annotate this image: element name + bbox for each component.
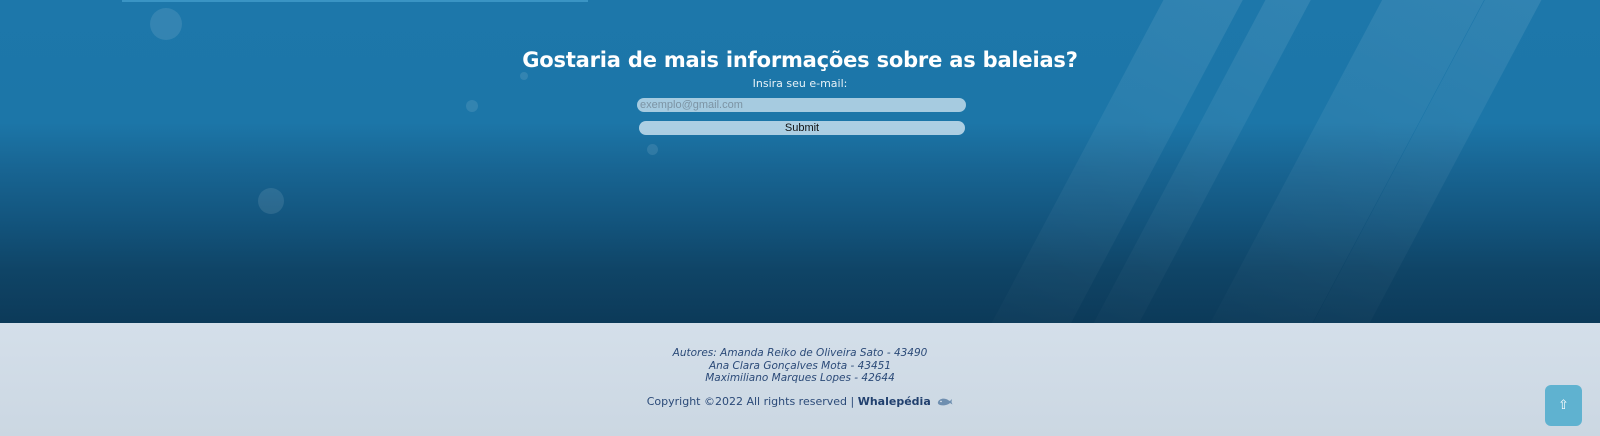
newsletter-section: Gostaria de mais informações sobre as ba… [0,0,1600,323]
brand-name: Whalepédia [857,395,931,408]
bubble [150,8,182,40]
submit-button[interactable]: Submit [639,121,965,135]
footer: Autores: Amanda Reiko de Oliveira Sato -… [0,323,1600,436]
whale-icon [937,396,953,410]
arrow-up-icon: ⇧ [1558,398,1569,413]
author-line: Ana Clara Gonçalves Mota - 43451 [708,359,892,372]
copyright-line: Copyright ©2022 All rights reserved | Wh… [0,395,1600,410]
back-to-top-button[interactable]: ⇧ [1545,385,1582,426]
author-line: Autores: Amanda Reiko de Oliveira Sato -… [672,347,928,359]
copyright-text: Copyright ©2022 All rights reserved | [646,395,855,408]
email-field[interactable] [637,98,966,112]
bubble [466,100,478,112]
bubble [647,144,658,155]
author-line: Maximiliano Marques Lopes - 42644 [705,372,895,384]
bubble [258,188,284,214]
authors-list: Autores: Amanda Reiko de Oliveira Sato -… [0,347,1600,385]
email-label: Insira seu e-mail: [752,77,848,90]
top-progress-line [122,0,588,2]
newsletter-title: Gostaria de mais informações sobre as ba… [522,48,1078,73]
